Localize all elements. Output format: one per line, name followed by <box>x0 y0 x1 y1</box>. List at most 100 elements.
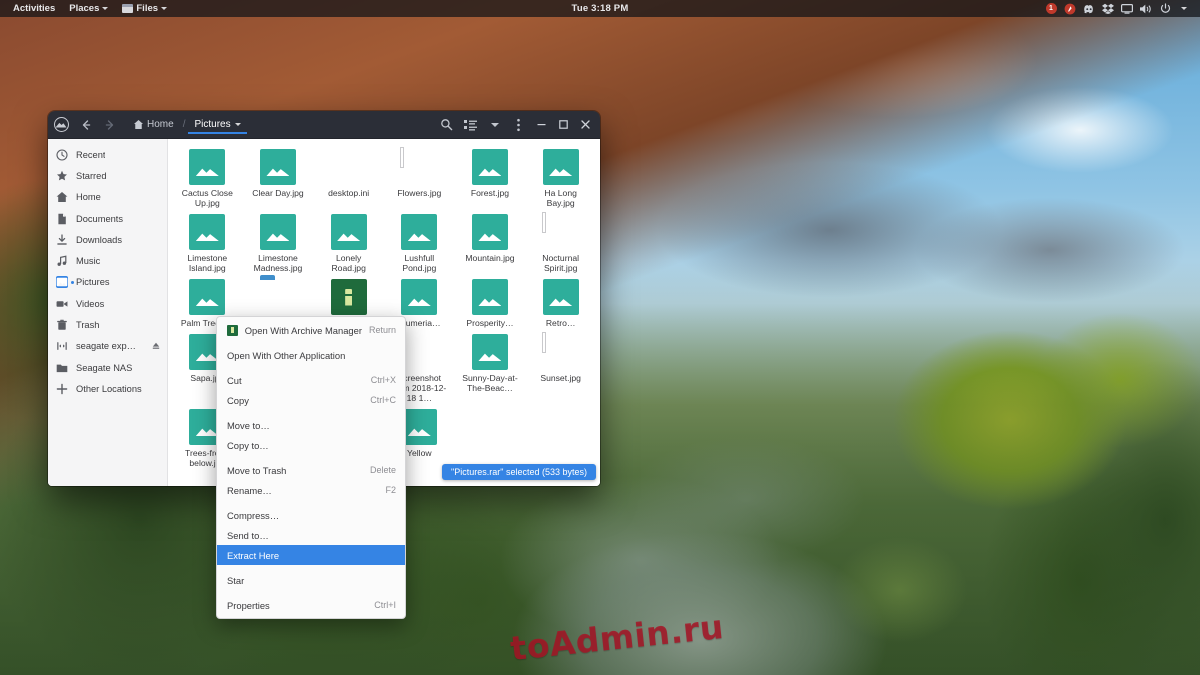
image-thumbnail <box>543 214 579 250</box>
maximize-button[interactable] <box>553 114 574 135</box>
file-name-label: Flowers.jpg <box>397 188 441 198</box>
sidebar-item-home[interactable]: Home <box>48 187 167 208</box>
back-button[interactable] <box>74 113 98 137</box>
system-tray: 1 <box>1045 3 1194 15</box>
sidebar-item-label: Recent <box>76 150 105 160</box>
file-name-label: Cactus Close Up.jpg <box>177 188 237 208</box>
menu-item-cut[interactable]: Cut Ctrl+X <box>217 370 405 390</box>
menu-item-move-to-trash[interactable]: Move to TrashDelete <box>217 460 405 480</box>
drive-icon <box>56 340 68 352</box>
clock[interactable]: Tue 3:18 PM <box>0 3 1200 14</box>
file-item[interactable]: Lonely Road.jpg <box>313 210 384 275</box>
menu-item-copy-to[interactable]: Copy to… <box>217 435 405 455</box>
file-item[interactable]: Lushfull Pond.jpg <box>384 210 455 275</box>
file-item[interactable]: Clear Day.jpg <box>243 145 314 210</box>
sidebar-item-music[interactable]: Music <box>48 250 167 271</box>
image-file-icon <box>472 149 508 185</box>
home-icon <box>56 191 68 203</box>
context-menu: Open With Archive ManagerReturn Open With… <box>216 316 406 619</box>
file-name-label: Retro… <box>546 318 576 328</box>
sidebar-item-seagate-nas[interactable]: Seagate NAS <box>48 357 167 378</box>
menu-item-properties[interactable]: PropertiesCtrl+I <box>217 595 405 615</box>
close-button[interactable] <box>575 114 596 135</box>
file-item[interactable]: Nocturnal Spirit.jpg <box>525 210 596 275</box>
nautilus-icon <box>48 117 74 132</box>
sidebar-item-videos[interactable]: Videos <box>48 293 167 314</box>
breadcrumb-home-label: Home <box>147 119 174 130</box>
sidebar-item-trash[interactable]: Trash <box>48 314 167 335</box>
sidebar-item-label: Documents <box>76 214 123 224</box>
file-item[interactable]: Limestone Madness.jpg <box>243 210 314 275</box>
file-item[interactable]: Mountain.jpg <box>455 210 526 275</box>
volume-icon[interactable] <box>1140 3 1152 15</box>
image-file-icon <box>472 279 508 315</box>
menu-item-send-to[interactable]: Send to… <box>217 525 405 545</box>
menu-item-label: Extract Here <box>227 550 279 561</box>
menu-item-accelerator: Return <box>369 325 396 335</box>
file-item[interactable]: Cactus Close Up.jpg <box>172 145 243 210</box>
file-item[interactable]: desktop.ini <box>313 145 384 210</box>
file-item[interactable]: Flowers.jpg <box>384 145 455 210</box>
eject-icon[interactable] <box>152 342 160 350</box>
menu-item-move-to[interactable]: Move to… <box>217 415 405 435</box>
sidebar-item-downloads[interactable]: Downloads <box>48 229 167 250</box>
breadcrumb-pictures[interactable]: Pictures <box>188 116 246 134</box>
menu-item-extract-here[interactable]: Extract Here <box>217 545 405 565</box>
selection-dot <box>71 281 74 284</box>
menu-item-accelerator: Ctrl+I <box>374 600 396 610</box>
view-options-chevron-down-icon[interactable] <box>483 113 506 136</box>
sidebar-item-seagate-exp[interactable]: seagate exp… <box>48 336 167 357</box>
breadcrumb-current-label: Pictures <box>194 119 230 130</box>
sidebar-item-documents[interactable]: Documents <box>48 208 167 229</box>
file-name-label: Mountain.jpg <box>465 253 514 263</box>
menu-item-label: Move to… <box>227 420 270 431</box>
image-file-icon <box>401 279 437 315</box>
shadow-red-icon[interactable] <box>1064 3 1076 15</box>
menu-item-label: Compress… <box>227 510 279 521</box>
file-item[interactable]: Prosperity… <box>455 275 526 330</box>
menu-item-compress[interactable]: Compress… <box>217 505 405 525</box>
notification-badge-icon[interactable]: 1 <box>1045 3 1057 15</box>
file-name-label: Prosperity… <box>466 318 513 328</box>
image-file-icon <box>189 149 225 185</box>
search-icon[interactable] <box>435 113 458 136</box>
menu-item-copy[interactable]: CopyCtrl+C <box>217 390 405 410</box>
dropbox-icon[interactable] <box>1102 3 1114 15</box>
sidebar-item-label: Other Locations <box>76 384 142 394</box>
sidebar-item-starred[interactable]: Starred <box>48 165 167 186</box>
forward-button[interactable] <box>98 113 122 137</box>
plus-icon <box>56 383 68 395</box>
menu-item-open-with-other-application[interactable]: Open With Other Application <box>217 345 405 365</box>
menu-item-rename[interactable]: Rename…F2 <box>217 480 405 500</box>
status-badge: "Pictures.rar" selected (533 bytes) <box>442 464 596 480</box>
view-list-icon[interactable] <box>459 113 482 136</box>
file-item[interactable]: Ha Long Bay.jpg <box>525 145 596 210</box>
file-item[interactable]: Sunny-Day-at-The-Beac… <box>455 330 526 405</box>
download-icon <box>56 234 68 246</box>
menu-item-accelerator: Ctrl+X <box>371 375 396 385</box>
minimize-button[interactable] <box>531 114 552 135</box>
menu-item-label: Cut <box>227 375 242 386</box>
menu-item-star[interactable]: Star <box>217 570 405 590</box>
menu-icon[interactable] <box>507 113 530 136</box>
sidebar-item-recent[interactable]: Recent <box>48 144 167 165</box>
chevron-down-icon[interactable] <box>1178 3 1190 15</box>
breadcrumb-home[interactable]: Home <box>128 116 180 133</box>
file-item[interactable]: Forest.jpg <box>455 145 526 210</box>
image-file-icon <box>472 214 508 250</box>
sidebar-item-other-locations[interactable]: Other Locations <box>48 378 167 399</box>
menu-item-label: Move to Trash <box>227 465 286 476</box>
display-icon[interactable] <box>1121 3 1133 15</box>
file-item[interactable]: Limestone Island.jpg <box>172 210 243 275</box>
power-icon[interactable] <box>1159 3 1171 15</box>
sidebar-item-label: Music <box>76 256 100 266</box>
file-item[interactable]: Retro… <box>525 275 596 330</box>
sidebar-item-pictures[interactable]: Pictures <box>48 272 167 293</box>
folder-icon <box>260 279 296 315</box>
file-name-label: Limestone Madness.jpg <box>248 253 308 273</box>
file-item[interactable]: Sunset.jpg <box>525 330 596 405</box>
file-name-label: Ha Long Bay.jpg <box>531 188 591 208</box>
menu-item-open-with-archive-manager[interactable]: Open With Archive ManagerReturn <box>217 320 405 340</box>
home-icon <box>134 120 143 129</box>
discord-icon[interactable] <box>1083 3 1095 15</box>
